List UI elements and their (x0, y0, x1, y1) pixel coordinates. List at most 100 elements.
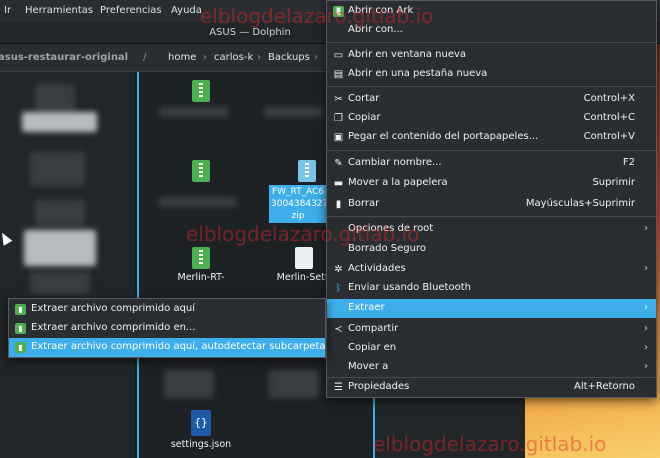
submenu-item-extraer-autodetectar[interactable]: ▮ Extraer archivo comprimido aquí, autod… (9, 338, 326, 357)
menu-item-shortcut: Control+V (583, 131, 635, 142)
menu-item-extraer[interactable]: Extraer › (327, 299, 656, 318)
context-menu: ▮ Abrir con Ark Abrir con... ▭ Abrir en … (326, 0, 657, 398)
file-name: FW_RT_AC6 3004384327 zip (269, 185, 327, 223)
watermark-text: elblogdelazaro.gitlab.io (186, 222, 420, 246)
menu-ayuda[interactable]: Ayuda (171, 5, 202, 16)
extract-submenu: ▮ Extraer archivo comprimido aquí ▮ Extr… (8, 298, 326, 358)
menu-item-label: Extraer (348, 302, 385, 313)
zip-file-icon (192, 247, 210, 269)
bluetooth-icon: ᛒ (335, 283, 342, 294)
zip-file-icon (298, 160, 316, 182)
share-icon: ≺ (334, 324, 343, 335)
menu-item-pegar[interactable]: ▣ Pegar el contenido del portapapeles...… (327, 128, 656, 147)
menu-separator (327, 86, 656, 87)
menu-item-bluetooth[interactable]: ᛒ Enviar usando Bluetooth (327, 279, 656, 298)
breadcrumb-home[interactable]: home (168, 52, 196, 63)
blurred-item (269, 370, 319, 398)
location-bar: asus-restaurar-original / home › carlos-… (0, 44, 330, 72)
breadcrumb-sep: › (257, 52, 261, 63)
file-item[interactable] (161, 160, 241, 185)
menu-item-label: Actividades (348, 263, 406, 274)
file-item[interactable]: {} settings.json (161, 410, 241, 450)
breadcrumb-carlos-k[interactable]: carlos-k (214, 52, 253, 63)
breadcrumb-sep: › (203, 52, 207, 63)
menu-item-papelera[interactable]: ▬ Mover a la papelera Suprimir (327, 174, 656, 193)
menu-item-abrir-pestana[interactable]: ▤ Abrir en una pestaña nueva (327, 65, 656, 84)
menu-item-compartir[interactable]: ≺ Compartir › (327, 320, 656, 339)
menu-herramientas[interactable]: Herramientas (25, 5, 93, 16)
blurred-item (35, 200, 85, 226)
activities-icon: ✲ (334, 264, 343, 275)
paste-icon: ▣ (333, 132, 344, 143)
blurred-file-name (159, 197, 237, 207)
window-icon: ▭ (333, 50, 344, 61)
menu-item-label: Mover a la papelera (348, 177, 448, 188)
file-name: Merlin-RT- (177, 272, 225, 283)
menu-item-shortcut: Suprimir (592, 177, 635, 188)
menu-separator (327, 216, 656, 217)
menu-item-label: Copiar (348, 112, 381, 123)
submenu-item-extraer-aqui[interactable]: ▮ Extraer archivo comprimido aquí (9, 300, 325, 319)
menu-ir[interactable]: Ir (4, 5, 11, 16)
chevron-right-icon: › (644, 302, 648, 313)
menu-item-label: Abrir en una pestaña nueva (348, 68, 488, 79)
menu-item-label: Cambiar nombre... (348, 157, 442, 168)
places-sidebar (0, 72, 135, 458)
menu-item-label: Compartir (348, 323, 399, 334)
chevron-right-icon: › (644, 223, 648, 234)
breadcrumb-root[interactable]: / (143, 52, 146, 63)
blurred-file-name (159, 107, 229, 117)
submenu-item-extraer-en[interactable]: ▮ Extraer archivo comprimido en... (9, 319, 325, 338)
submenu-item-label: Extraer archivo comprimido aquí, autodet… (31, 341, 326, 352)
chevron-right-icon: › (644, 361, 648, 372)
menu-item-cambiar-nombre[interactable]: ✎ Cambiar nombre... F2 (327, 154, 656, 173)
submenu-item-label: Extraer archivo comprimido aquí (31, 303, 196, 314)
menu-item-abrir-ventana[interactable]: ▭ Abrir en ventana nueva (327, 46, 656, 65)
copy-icon: ❐ (334, 113, 343, 124)
ark-icon: ▮ (15, 342, 26, 353)
document-icon (295, 247, 313, 269)
menu-item-label: Enviar usando Bluetooth (348, 282, 471, 293)
properties-icon: ☰ (334, 382, 343, 393)
watermark-text: elblogdelazaro.gitlab.io (200, 4, 434, 28)
tab-icon: ▤ (333, 69, 344, 80)
file-item[interactable]: Merlin-RT- (161, 247, 241, 283)
menu-item-propiedades[interactable]: ☰ Propiedades Alt+Retorno (327, 378, 656, 397)
menu-preferencias[interactable]: Preferencias (100, 5, 162, 16)
menu-item-shortcut: F2 (622, 157, 635, 168)
menu-item-label: Cortar (348, 93, 380, 104)
window-title: ASUS — Dolphin (209, 27, 291, 38)
file-name: settings.json (170, 439, 232, 450)
blurred-item (30, 152, 85, 186)
menu-item-label: Borrar (348, 198, 380, 209)
zip-file-icon (192, 80, 210, 102)
blurred-item (22, 112, 97, 132)
file-item[interactable] (161, 80, 241, 105)
zip-file-icon (192, 160, 210, 182)
menu-separator (327, 150, 656, 151)
watermark-text: elblogdelazaro.gitlab.io (373, 432, 607, 456)
chevron-right-icon: › (644, 342, 648, 353)
menu-item-shortcut: Control+C (583, 112, 635, 123)
breadcrumb-backups[interactable]: Backups (268, 52, 310, 63)
blurred-file-name (264, 107, 324, 117)
menu-item-actividades[interactable]: ✲ Actividades › (327, 260, 656, 279)
blurred-item (30, 272, 90, 294)
menu-item-cortar[interactable]: ✂ Cortar Control+X (327, 90, 656, 109)
json-file-icon: {} (191, 410, 211, 436)
submenu-item-label: Extraer archivo comprimido en... (31, 322, 196, 333)
menu-item-borrar[interactable]: ▮ Borrar Mayúsculas+Suprimir (327, 195, 656, 214)
menu-item-mover-a[interactable]: Mover a › (327, 358, 656, 377)
chevron-right-icon: › (644, 323, 648, 334)
menu-item-shortcut: Mayúsculas+Suprimir (525, 198, 635, 209)
places-panel-label: asus-restaurar-original (0, 52, 129, 63)
menu-item-copiar-en[interactable]: Copiar en › (327, 339, 656, 358)
menu-item-label: Mover a (348, 361, 389, 372)
menu-item-label: Pegar el contenido del portapapeles... (348, 131, 539, 142)
trash-icon: ▬ (333, 178, 344, 189)
breadcrumb-sep: › (314, 52, 318, 63)
rename-icon: ✎ (334, 158, 343, 169)
menu-item-copiar[interactable]: ❐ Copiar Control+C (327, 109, 656, 128)
menu-separator (327, 42, 656, 43)
menu-item-shortcut: Alt+Retorno (573, 381, 635, 392)
